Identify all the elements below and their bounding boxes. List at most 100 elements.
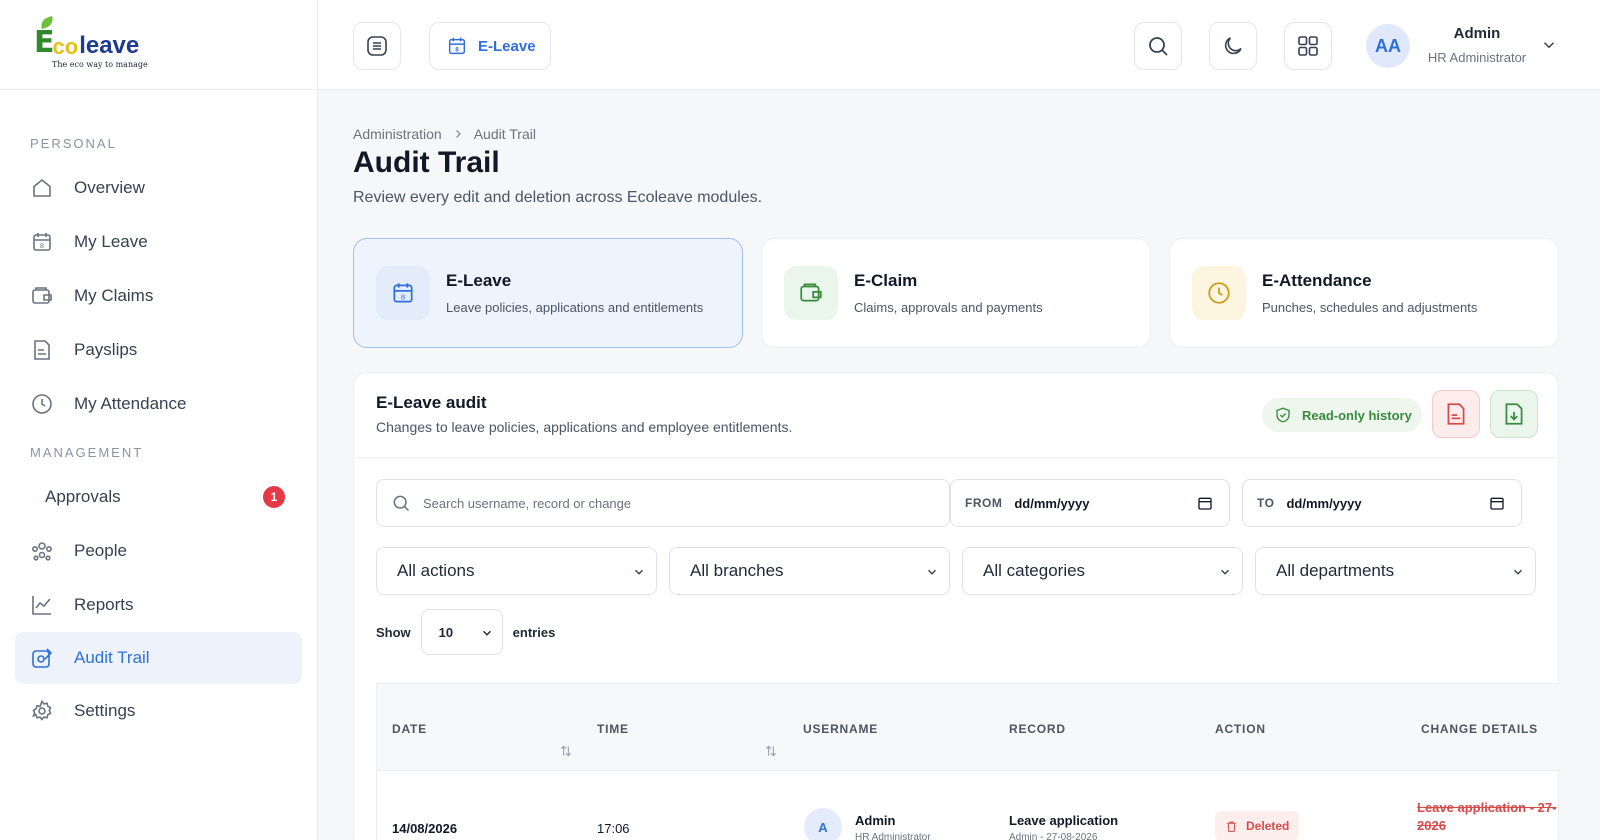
sidebar-item-label: My Claims: [74, 286, 154, 305]
menu-icon: [367, 36, 387, 56]
to-date-value: dd/mm/yyyy: [1286, 495, 1362, 511]
breadcrumb-audit-trail: Audit Trail: [473, 126, 536, 142]
sort-icon[interactable]: [764, 744, 778, 758]
row-username: Admin: [855, 813, 896, 828]
sidebar-item-approvals[interactable]: Approvals 1: [0, 470, 317, 524]
chart-line-icon: [30, 593, 54, 617]
module-chip-label: E-Leave: [478, 37, 536, 55]
chevron-down-icon: [1221, 569, 1229, 575]
calendar-icon[interactable]: [1489, 495, 1505, 511]
trash-icon: [1227, 821, 1236, 832]
export-excel-button[interactable]: [1490, 390, 1538, 438]
sidebar-item-my-claims[interactable]: My Claims: [0, 269, 317, 323]
entries-value: 10: [438, 624, 454, 640]
sidebar-item-overview[interactable]: Overview: [0, 161, 317, 215]
clock-icon: [30, 392, 54, 416]
column-header-action: ACTION: [1215, 722, 1266, 736]
read-only-label: Read-only history: [1302, 407, 1412, 423]
clock-icon: [1192, 266, 1246, 320]
select-value: All departments: [1276, 561, 1395, 580]
breadcrumb-administration[interactable]: Administration: [353, 126, 442, 142]
audit-table: DATE TIME USERNAME RECORD ACTION CHANGE …: [376, 683, 1560, 840]
user-role: HR Administrator: [1427, 50, 1527, 65]
sidebar-item-payslips[interactable]: Payslips: [0, 323, 317, 377]
moon-icon: [1224, 37, 1242, 55]
gear-icon: [30, 699, 54, 723]
select-value: All categories: [983, 561, 1086, 580]
sidebar-item-label: Audit Trail: [74, 648, 150, 667]
sort-icon[interactable]: [559, 744, 573, 758]
sidebar: E co leave The eco way to manage PERSONA…: [0, 0, 318, 840]
sidebar-item-people[interactable]: People: [0, 524, 317, 578]
sidebar-item-label: My Attendance: [74, 394, 187, 413]
apps-grid-button[interactable]: [1284, 22, 1332, 70]
row-date: 14/08/2026: [392, 821, 458, 836]
sidebar-item-settings[interactable]: Settings: [0, 684, 317, 738]
categories-filter-select[interactable]: All categories: [962, 547, 1243, 595]
row-time: 17:06: [597, 821, 630, 836]
nav-section-management: MANAGEMENT: [30, 445, 144, 460]
from-date-field[interactable]: FROM dd/mm/yyyy: [950, 479, 1230, 527]
audit-icon: [30, 646, 54, 670]
entries-select[interactable]: 10: [420, 609, 503, 655]
breadcrumb: Administration Audit Trail: [353, 126, 536, 142]
read-only-badge: Read-only history: [1262, 398, 1422, 432]
select-value: All actions: [397, 561, 475, 580]
row-record-sub: Admin - 27-08-2026: [1009, 832, 1098, 840]
calendar-icon: 8: [30, 230, 54, 254]
svg-text:8: 8: [40, 243, 44, 250]
pdf-icon: [1447, 403, 1465, 425]
calendar-icon: 8: [376, 266, 430, 320]
sidebar-item-reports[interactable]: Reports: [0, 578, 317, 632]
module-chip-e-leave[interactable]: 8 E-Leave: [429, 22, 551, 70]
sidebar-item-label: People: [74, 541, 127, 560]
sidebar-item-audit-trail[interactable]: Audit Trail: [15, 632, 302, 684]
column-header-date[interactable]: DATE: [392, 722, 427, 736]
sidebar-item-label: My Leave: [74, 232, 148, 251]
search-button[interactable]: [1134, 22, 1182, 70]
page-title: Audit Trail: [353, 146, 500, 179]
branches-filter-select[interactable]: All branches: [669, 547, 950, 595]
chevron-down-icon: [928, 569, 936, 575]
column-header-time[interactable]: TIME: [597, 722, 629, 736]
page-subtitle: Review every edit and deletion across Ec…: [353, 189, 763, 206]
module-card-subtitle: Leave policies, applications and entitle…: [446, 300, 704, 315]
row-user-avatar: A: [804, 808, 842, 840]
logo-area: E co leave The eco way to manage: [0, 0, 317, 90]
user-name[interactable]: Admin: [1422, 25, 1532, 42]
sidebar-item-label: Reports: [74, 595, 134, 614]
shield-check-icon: [1276, 407, 1290, 423]
sidebar-item-label: Settings: [74, 701, 136, 720]
search-field: [376, 479, 950, 527]
logo-co: co: [52, 34, 79, 59]
module-card-e-claim[interactable]: E-Claim Claims, approvals and payments: [761, 238, 1151, 348]
module-card-e-attendance[interactable]: E-Attendance Punches, schedules and adju…: [1169, 238, 1559, 348]
entries-label: entries: [512, 624, 556, 640]
from-label: FROM: [965, 496, 1003, 510]
chevron-down-icon: [1514, 569, 1522, 575]
svg-text:8: 8: [401, 293, 405, 302]
table-row[interactable]: 14/08/2026 17:06 A Admin HR Administrato…: [376, 771, 1560, 840]
chevron-down-icon[interactable]: [1540, 36, 1558, 54]
sidebar-item-my-leave[interactable]: 8 My Leave: [0, 215, 317, 269]
to-label: TO: [1257, 496, 1275, 510]
module-card-title: E-Attendance: [1262, 271, 1372, 290]
export-pdf-button[interactable]: [1432, 390, 1480, 438]
user-avatar[interactable]: AA: [1366, 24, 1410, 68]
calendar-icon[interactable]: [1197, 495, 1213, 511]
menu-toggle-button[interactable]: [353, 22, 401, 70]
people-icon: [30, 539, 54, 563]
actions-filter-select[interactable]: All actions: [376, 547, 657, 595]
to-date-field[interactable]: TO dd/mm/yyyy: [1242, 479, 1522, 527]
ecoleave-logo[interactable]: E co leave: [34, 15, 317, 59]
search-input[interactable]: [423, 495, 923, 511]
sidebar-item-my-attendance[interactable]: My Attendance: [0, 377, 317, 431]
select-value: All branches: [690, 561, 784, 580]
theme-toggle-button[interactable]: [1209, 22, 1257, 70]
wallet-icon: [784, 266, 838, 320]
module-card-e-leave[interactable]: 8 E-Leave Leave policies, applications a…: [353, 238, 743, 348]
topbar: 8 E-Leave AA Admin HR Administrator: [318, 0, 1600, 90]
module-card-title: E-Claim: [854, 271, 918, 290]
departments-filter-select[interactable]: All departments: [1255, 547, 1536, 595]
grid-icon: [1298, 36, 1318, 56]
